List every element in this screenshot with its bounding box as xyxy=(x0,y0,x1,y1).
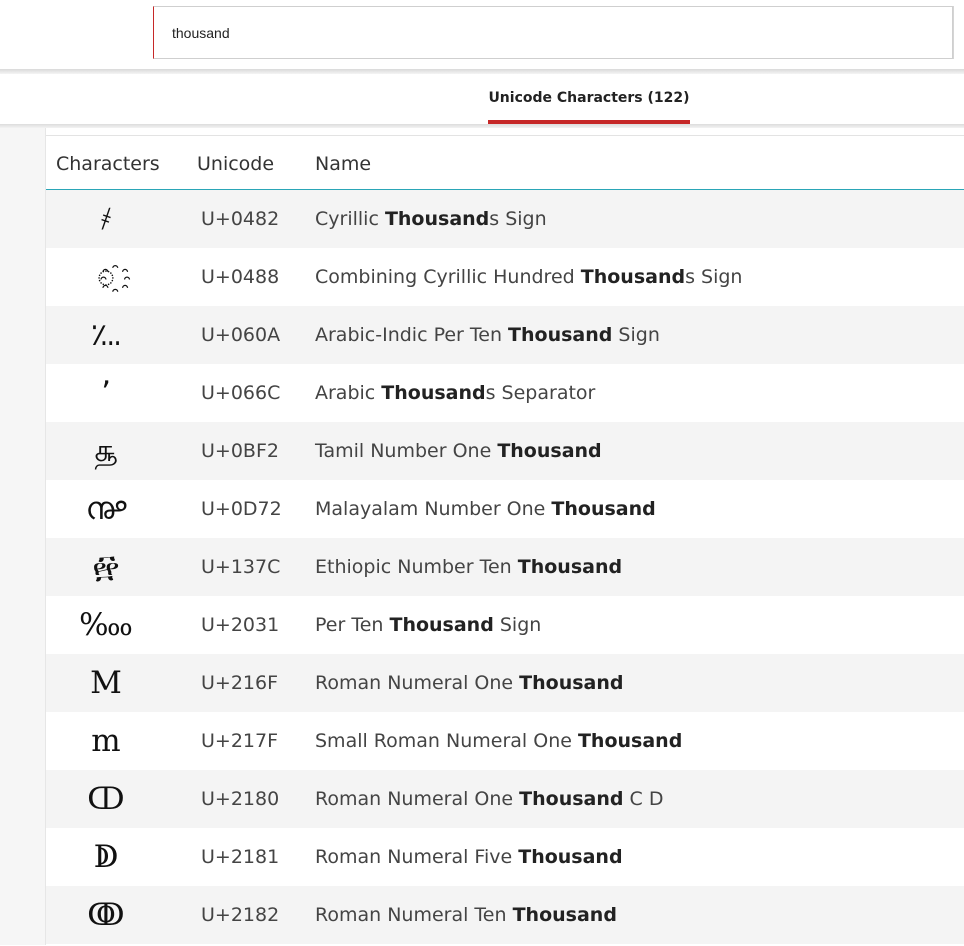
name-prefix: Per Ten xyxy=(315,614,390,636)
name-prefix: Malayalam Number One xyxy=(315,498,552,520)
character-glyph[interactable]: Ⅿ xyxy=(46,654,166,712)
table-row[interactable]: ↀ U+2180 Roman Numeral One Thousand C D xyxy=(46,770,964,828)
table-row[interactable]: ፼ U+137C Ethiopic Number Ten Thousand xyxy=(46,538,964,596)
table-row[interactable]: ٬ U+066C Arabic Thousands Separator xyxy=(46,364,964,422)
name-prefix: Arabic-Indic Per Ten xyxy=(315,324,509,346)
table-row[interactable]: ҂ U+0482 Cyrillic Thousands Sign xyxy=(46,190,964,248)
name-prefix: Cyrillic xyxy=(315,208,385,230)
character-glyph[interactable]: ◌҈ xyxy=(46,248,166,306)
name-match-highlight: Thousand xyxy=(389,614,494,636)
character-glyph[interactable]: ҂ xyxy=(46,190,166,248)
table-header: Characters Unicode Name xyxy=(46,136,964,190)
table-row[interactable]: ◌҈ U+0488 Combining Cyrillic Hundred Thous… xyxy=(46,248,964,306)
name-prefix: Roman Numeral One xyxy=(315,672,520,694)
header-characters[interactable]: Characters xyxy=(56,151,160,177)
name-match-highlight: Thousand xyxy=(518,846,623,868)
search-input[interactable] xyxy=(172,23,932,43)
name-match-highlight: Thousand xyxy=(519,672,624,694)
name-suffix: s Sign xyxy=(685,266,743,288)
name-prefix: Roman Numeral Five xyxy=(315,846,519,868)
unicode-code[interactable]: U+0D72 xyxy=(201,480,282,538)
name-prefix: Ethiopic Number Ten xyxy=(315,556,518,578)
character-glyph[interactable]: ⅿ xyxy=(46,712,166,770)
name-match-highlight: Thousand xyxy=(580,266,686,288)
character-glyph[interactable]: ↂ xyxy=(46,886,166,944)
character-glyph[interactable]: ‱ xyxy=(46,596,166,654)
unicode-code[interactable]: U+2180 xyxy=(201,770,279,828)
table-row[interactable]: Ⅿ U+216F Roman Numeral One Thousand xyxy=(46,654,964,712)
character-glyph[interactable]: ௲ xyxy=(46,422,166,480)
header-name[interactable]: Name xyxy=(315,151,371,177)
name-match-highlight: Thousand xyxy=(519,788,624,810)
character-name[interactable]: Arabic-Indic Per Ten Thousand Sign xyxy=(315,306,660,364)
table-row[interactable]: ↂ U+2182 Roman Numeral Ten Thousand xyxy=(46,886,964,944)
name-match-highlight: Thousand xyxy=(517,556,623,578)
character-glyph[interactable]: ൲ xyxy=(46,480,166,538)
name-match-highlight: Thousand xyxy=(508,324,613,346)
name-suffix: s Sign xyxy=(489,208,547,230)
character-name[interactable]: Combining Cyrillic Hundred Thousands Sig… xyxy=(315,248,742,306)
name-match-highlight: Thousand xyxy=(381,382,486,404)
left-gutter xyxy=(0,128,46,945)
table-row[interactable]: ௲ U+0BF2 Tamil Number One Thousand xyxy=(46,422,964,480)
character-name[interactable]: Per Ten Thousand Sign xyxy=(315,596,541,654)
unicode-code[interactable]: U+2031 xyxy=(201,596,279,654)
name-suffix: Sign xyxy=(493,614,542,636)
name-suffix: C D xyxy=(623,788,664,810)
unicode-code[interactable]: U+137C xyxy=(201,538,280,596)
name-match-highlight: Thousand xyxy=(384,208,490,230)
character-glyph[interactable]: ፼ xyxy=(46,538,166,596)
search-box[interactable] xyxy=(153,6,953,59)
name-match-highlight: Thousand xyxy=(497,440,602,462)
unicode-code[interactable]: U+216F xyxy=(201,654,278,712)
tab-bar: Unicode Characters (122) xyxy=(0,74,964,124)
results-table: Characters Unicode Name ҂ U+0482 Cyrillic … xyxy=(46,135,964,946)
character-name[interactable]: Malayalam Number One Thousand xyxy=(315,480,656,538)
name-match-highlight: Thousand xyxy=(512,904,617,926)
name-prefix: Arabic xyxy=(315,382,382,404)
unicode-code[interactable]: U+217F xyxy=(201,712,278,770)
unicode-code[interactable]: U+0488 xyxy=(201,248,279,306)
name-suffix: s Separator xyxy=(485,382,596,404)
tab-unicode-characters[interactable]: Unicode Characters (122) xyxy=(488,88,690,124)
tab-shadow xyxy=(0,124,964,128)
character-glyph[interactable]: ؊ xyxy=(46,306,166,364)
header-unicode[interactable]: Unicode xyxy=(197,151,274,177)
top-bar xyxy=(0,0,964,69)
unicode-code[interactable]: U+2181 xyxy=(201,828,279,886)
character-name[interactable]: Cyrillic Thousands Sign xyxy=(315,190,547,248)
character-name[interactable]: Small Roman Numeral One Thousand xyxy=(315,712,682,770)
character-name[interactable]: Roman Numeral Ten Thousand xyxy=(315,886,617,944)
character-glyph[interactable]: ٬ xyxy=(46,364,166,422)
unicode-code[interactable]: U+060A xyxy=(201,306,280,364)
character-name[interactable]: Roman Numeral One Thousand C D xyxy=(315,770,663,828)
unicode-code[interactable]: U+0482 xyxy=(201,190,279,248)
search-button[interactable] xyxy=(953,6,964,59)
name-prefix: Combining Cyrillic Hundred xyxy=(315,266,581,288)
tab-label: Unicode Characters (122) xyxy=(488,90,690,106)
name-prefix: Tamil Number One xyxy=(315,440,498,462)
character-name[interactable]: Ethiopic Number Ten Thousand xyxy=(315,538,622,596)
character-name[interactable]: Arabic Thousands Separator xyxy=(315,364,595,422)
unicode-code[interactable]: U+0BF2 xyxy=(201,422,279,480)
character-name[interactable]: Roman Numeral Five Thousand xyxy=(315,828,623,886)
character-name[interactable]: Roman Numeral One Thousand xyxy=(315,654,624,712)
table-row[interactable]: ൲ U+0D72 Malayalam Number One Thousand xyxy=(46,480,964,538)
name-suffix: Sign xyxy=(612,324,660,346)
name-match-highlight: Thousand xyxy=(551,498,656,520)
unicode-code[interactable]: U+066C xyxy=(201,364,280,422)
table-row[interactable]: ⅿ U+217F Small Roman Numeral One Thousand xyxy=(46,712,964,770)
table-row[interactable]: ؊ U+060A Arabic-Indic Per Ten Thousand Sig… xyxy=(46,306,964,364)
table-row[interactable]: ‱ U+2031 Per Ten Thousand Sign xyxy=(46,596,964,654)
name-prefix: Small Roman Numeral One xyxy=(315,730,578,752)
unicode-code[interactable]: U+2182 xyxy=(201,886,279,944)
character-glyph[interactable]: ↀ xyxy=(46,770,166,828)
name-prefix: Roman Numeral One xyxy=(315,788,520,810)
name-prefix: Roman Numeral Ten xyxy=(315,904,513,926)
character-name[interactable]: Tamil Number One Thousand xyxy=(315,422,602,480)
table-row[interactable]: ↁ U+2181 Roman Numeral Five Thousand xyxy=(46,828,964,886)
character-glyph[interactable]: ↁ xyxy=(46,828,166,886)
name-match-highlight: Thousand xyxy=(577,730,683,752)
